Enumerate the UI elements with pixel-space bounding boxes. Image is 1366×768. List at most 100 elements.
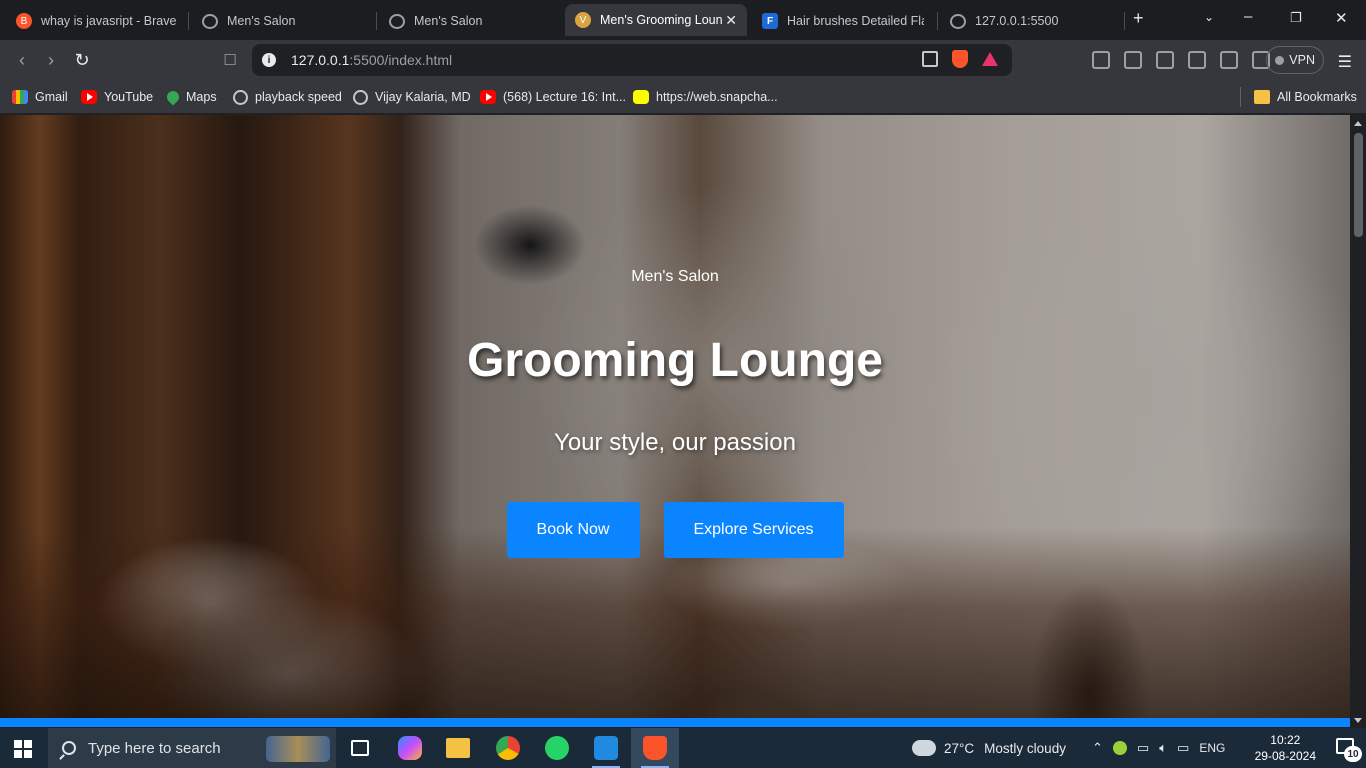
vpn-label: VPN <box>1289 53 1315 67</box>
cloudy-weather-icon <box>912 734 936 756</box>
search-highlight-image <box>266 736 330 762</box>
tab-separator <box>376 12 377 30</box>
tab-title: Hair brushes Detailed Flat <box>787 14 924 28</box>
address-url[interactable]: 127.0.0.1:5500/index.html <box>291 52 452 68</box>
brave-shields-icon[interactable] <box>952 50 968 68</box>
volume-icon[interactable]: 🔈︎ <box>1159 740 1167 756</box>
brave-icon <box>643 736 667 760</box>
show-hidden-icons-chevron-icon[interactable]: ⌃ <box>1092 740 1103 756</box>
share-icon[interactable] <box>922 51 938 67</box>
site-info-icon[interactable]: i <box>262 53 276 67</box>
language-indicator[interactable]: ENG <box>1199 741 1225 755</box>
browser-toolbar: ‹ › ↻ ☐ i 127.0.0.1:5500/index.html VPN … <box>0 40 1366 80</box>
windows-start-icon[interactable] <box>14 740 32 758</box>
bookmark-lecture-16[interactable]: (568) Lecture 16: Int... <box>480 87 626 107</box>
bookmark-gmail[interactable]: Gmail <box>12 87 68 107</box>
tab-strip: B whay is javasript - Brave S Men's Salo… <box>0 0 1366 40</box>
minimize-icon[interactable]: – <box>1244 8 1252 25</box>
clock-date: 29-08-2024 <box>1254 749 1316 763</box>
close-tab-icon[interactable]: ✕ <box>725 12 737 29</box>
battery-icon[interactable]: ▭ <box>1177 740 1189 756</box>
all-bookmarks-button[interactable]: All Bookmarks <box>1254 87 1357 107</box>
vpn-button[interactable]: VPN <box>1266 46 1324 74</box>
hero-buttons: Book Now Explore Services <box>0 502 1350 558</box>
bookmark-label: (568) Lecture 16: Int... <box>503 90 626 104</box>
sidebar-icon[interactable] <box>1188 51 1206 69</box>
bookmark-label: All Bookmarks <box>1277 90 1357 104</box>
weather-description: Mostly cloudy <box>984 740 1066 756</box>
scroll-up-icon[interactable] <box>1354 121 1362 126</box>
taskbar-file-explorer[interactable] <box>434 728 482 768</box>
copilot-icon <box>398 736 422 760</box>
brave-search-icon: B <box>16 13 32 29</box>
new-tab-button[interactable]: + <box>1133 8 1144 29</box>
tab-manager-icon[interactable] <box>1092 51 1110 69</box>
next-section-edge <box>0 718 1350 727</box>
tab-hair-brushes[interactable]: F Hair brushes Detailed Flat <box>752 6 934 36</box>
taskbar-clock[interactable]: 10:22 29-08-2024 <box>1255 732 1316 764</box>
restore-icon[interactable]: ❐ <box>1290 10 1302 26</box>
bookmark-youtube[interactable]: YouTube <box>81 87 153 107</box>
task-view-button[interactable] <box>336 728 384 768</box>
maps-icon <box>164 88 182 106</box>
salon-favicon: V <box>575 12 591 28</box>
bookmark-snapchat[interactable]: https://web.snapcha... <box>633 87 778 107</box>
tab-title: Men's Grooming Loun <box>600 13 723 27</box>
tray-app-icon[interactable] <box>1112 741 1127 755</box>
globe-icon <box>389 13 405 29</box>
folder-icon <box>1254 90 1270 104</box>
bookmark-label: Gmail <box>35 90 68 104</box>
reload-icon[interactable]: ↻ <box>71 49 93 71</box>
taskbar-chrome[interactable] <box>484 728 532 768</box>
page-viewport: Men's Salon Grooming Lounge Your style, … <box>0 115 1350 727</box>
scrollbar-thumb[interactable] <box>1354 133 1363 237</box>
meet-now-icon[interactable]: ▭ <box>1137 740 1149 756</box>
globe-icon <box>233 89 248 105</box>
system-tray: ⌃ ▭ 🔈︎ ▭ ENG <box>1092 728 1225 768</box>
bookmark-label: https://web.snapcha... <box>656 90 778 104</box>
tab-mens-salon-1[interactable]: Men's Salon <box>192 6 374 36</box>
hero-section: Men's Salon Grooming Lounge Your style, … <box>0 115 1350 727</box>
forward-icon[interactable]: › <box>40 49 62 71</box>
downloads-icon[interactable] <box>1156 51 1174 69</box>
chrome-icon <box>496 736 520 760</box>
youtube-icon <box>81 90 97 104</box>
globe-icon <box>202 13 218 29</box>
taskbar-vscode[interactable] <box>582 728 630 768</box>
explore-services-button[interactable]: Explore Services <box>663 502 844 558</box>
weather-widget[interactable]: 27°C Mostly cloudy <box>912 728 1066 768</box>
bookmark-icon[interactable]: ☐ <box>219 49 241 71</box>
taskbar-brave[interactable] <box>631 728 679 768</box>
globe-icon <box>353 89 368 105</box>
back-icon[interactable]: ‹ <box>11 49 33 71</box>
taskbar-whatsapp[interactable] <box>533 728 581 768</box>
tab-brave-search[interactable]: B whay is javasript - Brave S <box>6 6 186 36</box>
extensions-icon[interactable] <box>1124 51 1142 69</box>
close-window-icon[interactable]: ✕ <box>1335 9 1348 27</box>
brave-rewards-icon[interactable] <box>982 52 998 66</box>
bookmark-vijay-kalaria[interactable]: Vijay Kalaria, MD <box>353 87 471 107</box>
search-icon <box>62 741 76 755</box>
tab-mens-grooming-lounge[interactable]: V Men's Grooming Loun ✕ <box>565 4 747 36</box>
book-now-button[interactable]: Book Now <box>506 502 640 558</box>
tab-separator <box>1124 12 1125 30</box>
bookmark-playback-speed[interactable]: playback speed <box>233 87 342 107</box>
taskbar-copilot[interactable] <box>386 728 434 768</box>
tab-title: 127.0.0.1:5500 <box>975 14 1059 28</box>
file-explorer-icon <box>446 738 470 758</box>
vscode-icon <box>594 736 618 760</box>
taskbar-search[interactable]: Type here to search <box>48 728 336 768</box>
tab-search-chevron-icon[interactable]: ⌄ <box>1204 10 1214 24</box>
tab-mens-salon-2[interactable]: Men's Salon <box>379 6 561 36</box>
whatsapp-icon <box>545 736 569 760</box>
menu-icon[interactable]: ☰ <box>1338 52 1352 72</box>
address-bar[interactable]: i 127.0.0.1:5500/index.html <box>252 44 1012 76</box>
vpn-status-icon <box>1275 55 1285 65</box>
scroll-down-icon[interactable] <box>1354 718 1362 723</box>
task-view-icon <box>351 740 369 756</box>
tab-localhost[interactable]: 127.0.0.1:5500 <box>940 6 1120 36</box>
wallet-icon[interactable] <box>1220 51 1238 69</box>
search-placeholder: Type here to search <box>88 739 221 757</box>
page-scrollbar[interactable] <box>1350 115 1366 727</box>
bookmark-maps[interactable]: Maps <box>164 87 217 107</box>
